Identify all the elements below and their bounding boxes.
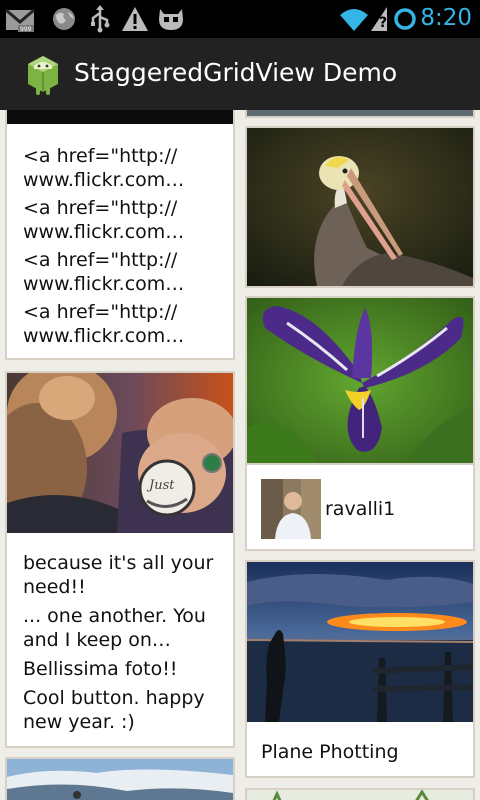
comment-item: because it's all your need!! [23,551,228,599]
comment-item: <a href="http:// www.flickr.com… [23,300,223,348]
comment-item: <a href="http:// www.flickr.com… [23,248,223,296]
card-photo: Just [7,373,233,533]
battery-icon [394,8,416,30]
comment-line: because it's all your [23,552,214,574]
avatar[interactable] [261,479,321,539]
user-row[interactable]: ravalli1 [247,463,473,549]
comment-line: www.flickr.com… [23,273,185,295]
comment-item: Bellissima foto!! [23,657,228,681]
comment-item: <a href="http:// www.flickr.com… [23,196,223,244]
app-title: StaggeredGridView Demo [74,58,398,87]
card-caption: Plane Photting [261,741,399,763]
grid-card-pelican[interactable] [245,126,475,288]
earth-icon [53,8,75,30]
grid-card-button[interactable]: Just because it's all your need!! ... on… [5,371,235,748]
comment-item: ... one another. You and I keep on… [23,604,228,652]
comment-line: <a href="http:// [23,301,178,323]
comment-line: <a href="http:// [23,145,178,167]
card-photo [247,562,473,722]
android-icon[interactable] [22,52,64,98]
iris-photo-image [247,298,473,463]
card-photo [247,110,473,116]
grid-card-partial-bottom[interactable] [245,788,475,800]
comment-line: new year. :) [23,711,135,733]
grid-card-links[interactable]: <a href="http:// www.flickr.com… <a href… [5,110,235,360]
comment-line: Bellissima foto!! [23,658,178,680]
staggered-grid[interactable]: <a href="http:// www.flickr.com… <a href… [0,110,480,800]
card-image-top [7,110,233,124]
pelican-photo-image [247,128,473,286]
screen: 999 ? 8:20 StaggeredGridView Demo <a hre… [0,0,480,800]
status-bar: 999 ? 8:20 [0,0,480,38]
comment-line: www.flickr.com… [23,221,185,243]
card-photo [247,298,473,463]
cyanogen-icon [159,9,183,30]
comment-line: Cool button. happy [23,687,205,709]
comment-line: <a href="http:// [23,197,178,219]
warning-icon [122,7,148,31]
action-bar: StaggeredGridView Demo [0,38,480,110]
grid-card-iris[interactable]: ravalli1 [245,296,475,551]
signal-unknown-icon: ? [371,7,387,31]
comment-line: www.flickr.com… [23,169,185,191]
card-photo [247,128,473,286]
svg-text:999: 999 [20,26,32,33]
card-comment-list: because it's all your need!! ... one ano… [23,551,228,734]
comment-line: ... one another. You [23,605,206,627]
comment-line: and I keep on… [23,629,171,651]
partial-photo-image [247,790,473,800]
status-clock: 8:20 [420,5,472,31]
comment-item: <a href="http:// www.flickr.com… [23,144,223,192]
card-comment-list: <a href="http:// www.flickr.com… <a href… [23,144,223,348]
card-photo [7,759,233,800]
grid-card-sunset[interactable]: Plane Photting [245,560,475,778]
sunset-photo-image [247,562,473,722]
landscape-photo-image [7,759,233,800]
username-label: ravalli1 [325,498,396,520]
svg-text:Just: Just [146,478,175,493]
comment-line: need!! [23,576,86,598]
card-photo [247,790,473,800]
wifi-icon [340,9,368,31]
svg-text:?: ? [379,15,387,31]
usb-icon [91,5,110,33]
grid-card-landscape[interactable] [5,757,235,800]
button-photo-image: Just [7,373,233,533]
grid-card-partial-top[interactable] [245,110,475,118]
gmail-icon: 999 [5,8,35,33]
comment-line: www.flickr.com… [23,325,185,347]
comment-item: Cool button. happy new year. :) [23,686,228,734]
comment-line: <a href="http:// [23,249,178,271]
